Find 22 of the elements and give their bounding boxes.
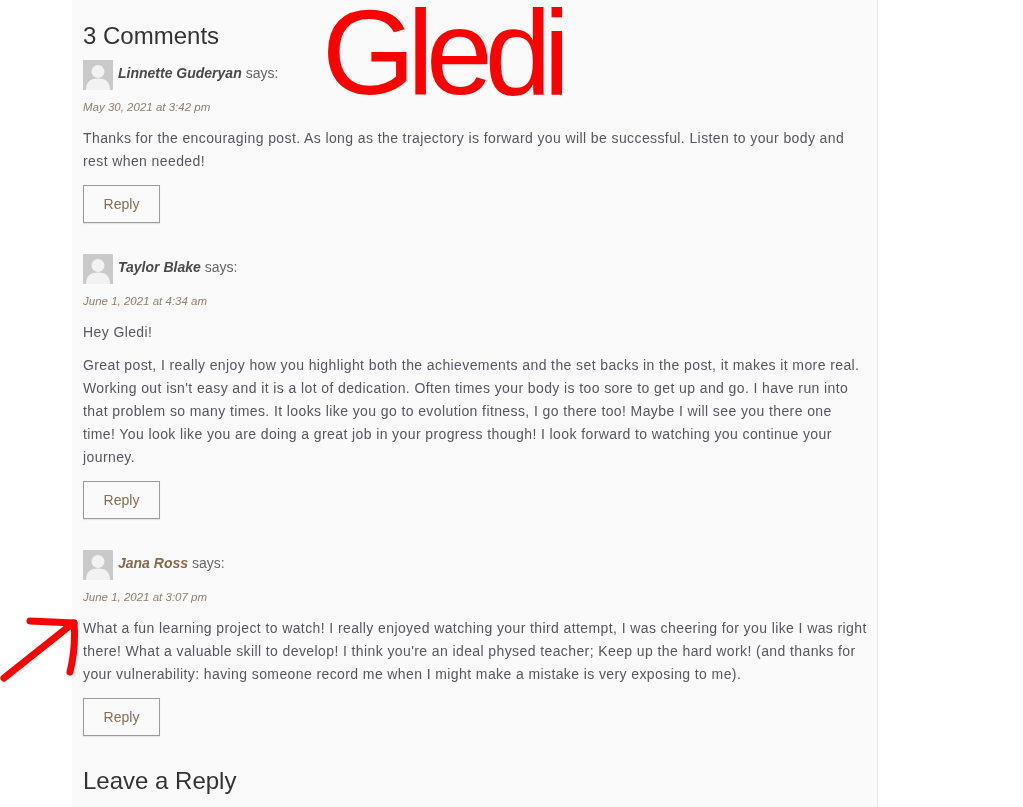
- comment-text: Thanks for the encouraging post. As long as the trajectory is forward you will be successful. Listen to your body and rest when needed!: [83, 128, 846, 171]
- reply-button[interactable]: Reply: [83, 481, 160, 519]
- says-label: says:: [245, 65, 279, 81]
- comment-text: Great post, I really enjoy how you highlight both the achievements and the set backs in the post, it makes it more real. Working out isn't easy and it is a lot of dedication. Often times your body is too sore to get up and go. I have run into that problem so many times. It looks like you go to evolution fitness, I go there too! Maybe I will see you there one time! You look like you are doing a great job in your progress though! I look forward to watching you continue your journey.: [83, 355, 861, 467]
- avatar-icon: [83, 550, 113, 580]
- comment-text: Hey Gledi!: [83, 322, 154, 342]
- says-label: says:: [192, 555, 225, 571]
- author-link[interactable]: Jana Ross: [118, 555, 189, 571]
- author-name: Linnette Guderyan: [118, 65, 242, 81]
- reply-button[interactable]: Reply: [83, 185, 160, 223]
- says-label: says:: [204, 259, 238, 275]
- comments-heading: 3 Comments: [83, 21, 220, 51]
- author-name: Taylor Blake: [118, 259, 201, 275]
- comment-date: May 30, 2021 at 3:42 pm: [83, 100, 211, 115]
- comment-text: What a fun learning project to watch! I really enjoyed watching your third attempt, I was cheering for you like I was right there! What a valuable skill to develop! I think you're an ideal physed teacher; Keep up the hard work! (and thanks for your vulnerability: having someone record me when I might make a mistake is very exposing to me).: [83, 618, 868, 684]
- reply-button[interactable]: Reply: [83, 698, 160, 736]
- comment-date: June 1, 2021 at 3:07 pm: [83, 590, 208, 605]
- avatar-icon: [83, 60, 113, 90]
- leave-reply-heading: Leave a Reply: [83, 766, 237, 796]
- handwritten-annotation: Gledi: [322, 2, 563, 102]
- avatar-icon: [83, 254, 113, 284]
- comment-date: June 1, 2021 at 4:34 am: [83, 294, 208, 309]
